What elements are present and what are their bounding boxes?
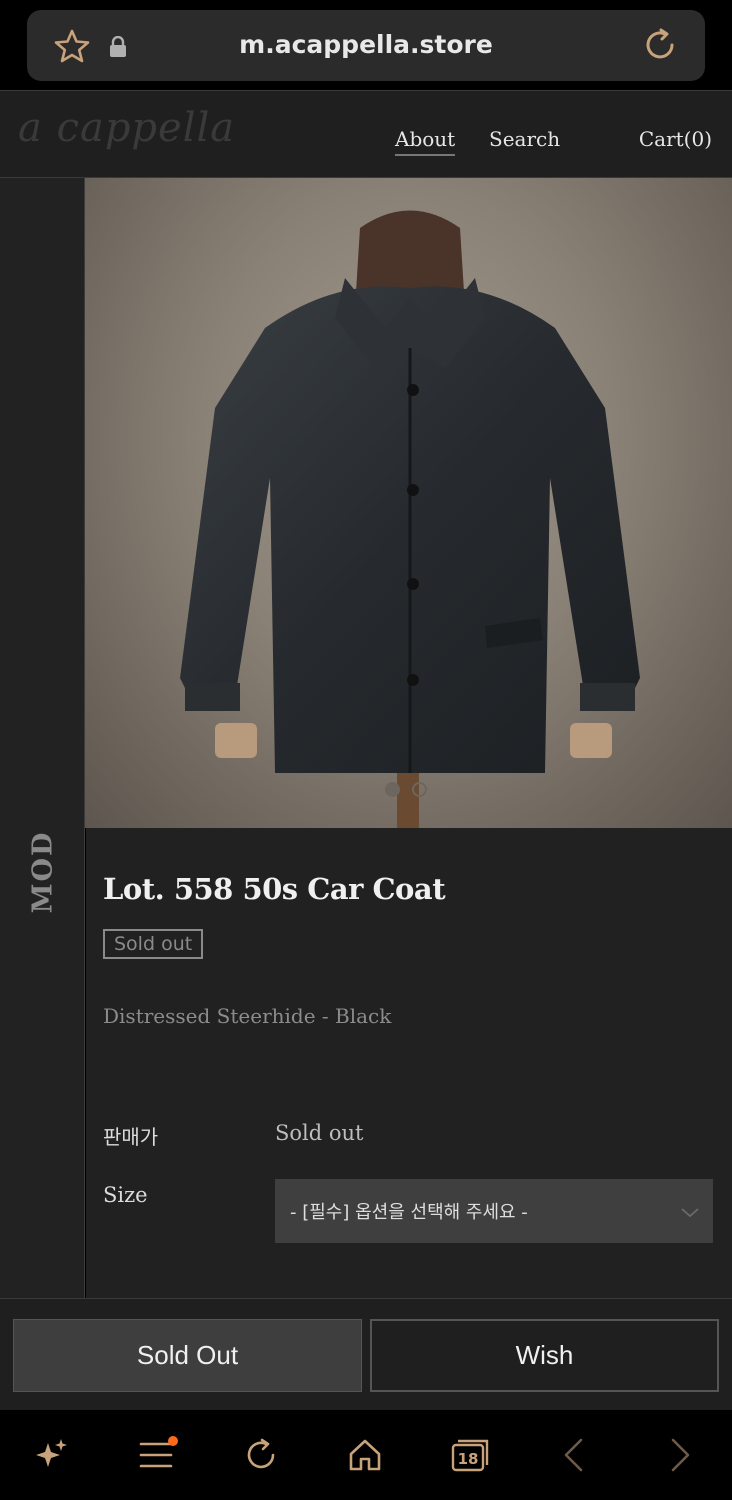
- reload-icon[interactable]: [641, 26, 679, 68]
- carousel-dot-1[interactable]: [385, 782, 400, 797]
- price-label: 판매가: [103, 1125, 159, 1149]
- browser-bottom-bar: 18: [0, 1410, 732, 1500]
- sparkle-icon[interactable]: [29, 1432, 75, 1478]
- carousel-dots: [385, 782, 427, 797]
- size-select-value: - [필수] 옵션을 선택해 주세요 -: [290, 1202, 528, 1223]
- product-image[interactable]: [85, 178, 732, 828]
- nav-search[interactable]: Search: [489, 127, 560, 151]
- wish-button[interactable]: Wish: [370, 1319, 719, 1392]
- address-bar[interactable]: m.acappella.store: [27, 10, 705, 81]
- product-info: Lot. 558 50s Car Coat Sold out Distresse…: [86, 828, 732, 1298]
- browser-toolbar: m.acappella.store: [0, 0, 732, 90]
- chevron-down-icon: [681, 1203, 699, 1222]
- size-label: Size: [103, 1183, 148, 1207]
- back-icon[interactable]: [550, 1432, 596, 1478]
- product-title: Lot. 558 50s Car Coat: [103, 872, 446, 906]
- site-header: a cappella About Search Cart(0): [0, 90, 732, 178]
- coat-illustration: [180, 210, 640, 828]
- action-bar: Sold Out Wish: [0, 1298, 732, 1410]
- nav-about[interactable]: About: [395, 127, 456, 156]
- refresh-icon[interactable]: [238, 1432, 284, 1478]
- sold-out-button[interactable]: Sold Out: [13, 1319, 362, 1392]
- forward-icon[interactable]: [658, 1432, 704, 1478]
- carousel-dot-2[interactable]: [412, 782, 427, 797]
- size-select[interactable]: - [필수] 옵션을 선택해 주세요 -: [275, 1179, 713, 1243]
- sold-out-badge: Sold out: [103, 929, 204, 959]
- side-strip: [0, 178, 85, 1298]
- tab-count: 18: [458, 1450, 479, 1468]
- notification-dot: [168, 1436, 178, 1446]
- url-text[interactable]: m.acappella.store: [27, 30, 705, 59]
- home-icon[interactable]: [342, 1432, 388, 1478]
- nav-cart[interactable]: Cart(0): [639, 127, 712, 151]
- category-label: MOD: [27, 830, 59, 914]
- menu-icon[interactable]: [133, 1432, 179, 1478]
- product-subtitle: Distressed Steerhide - Black: [103, 1004, 392, 1028]
- tabs-icon[interactable]: 18: [447, 1432, 493, 1478]
- price-value: Sold out: [275, 1121, 364, 1145]
- site-logo[interactable]: a cappella: [18, 105, 235, 151]
